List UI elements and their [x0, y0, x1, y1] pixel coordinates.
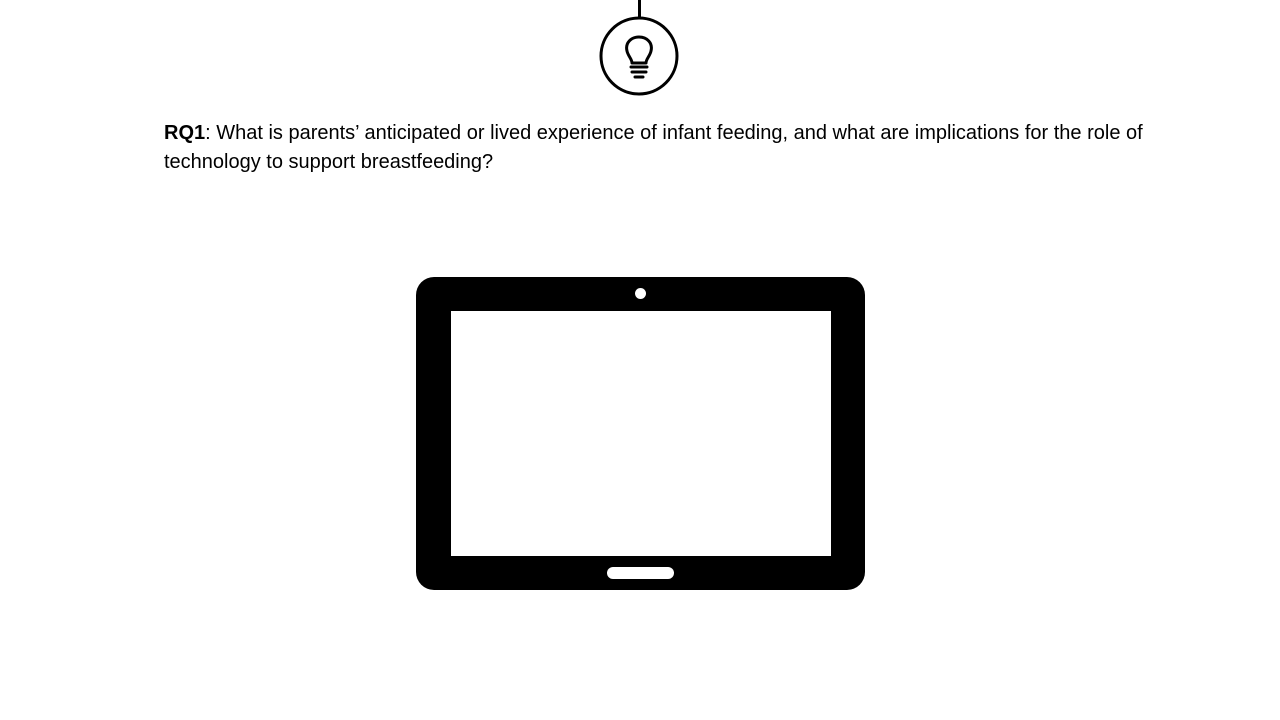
slide: RQ1: What is parents’ anticipated or liv…: [0, 0, 1280, 720]
research-question: RQ1: What is parents’ anticipated or liv…: [164, 119, 1144, 177]
lightbulb-icon: [599, 16, 679, 96]
research-question-label: RQ1: [164, 122, 206, 144]
research-question-text: : What is parents’ anticipated or lived …: [164, 122, 1143, 173]
tablet-camera: [635, 288, 646, 299]
tablet-icon: [416, 277, 865, 590]
tablet-home-button: [607, 567, 674, 579]
tablet-screen: [451, 311, 831, 556]
